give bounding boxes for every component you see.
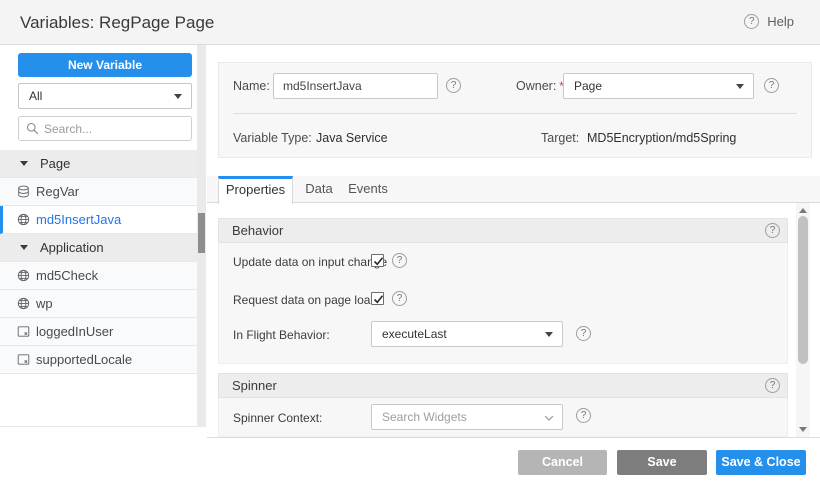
name-help-icon[interactable] <box>446 78 461 93</box>
checkmark-icon <box>372 255 385 268</box>
behavior-section-header: Behavior <box>218 218 788 243</box>
service-variable-icon <box>17 297 30 310</box>
dropdown-arrow-icon <box>545 332 553 337</box>
collapse-triangle-icon <box>20 161 28 166</box>
static-variable-icon <box>17 325 30 338</box>
database-variable-icon <box>17 185 30 198</box>
in-flight-help-icon[interactable] <box>576 326 591 341</box>
tree-group-application[interactable]: Application <box>0 234 197 262</box>
variables-dialog: Variables: RegPage Page Help New Variabl… <box>0 0 820 487</box>
update-data-checkbox[interactable] <box>371 254 384 267</box>
in-flight-behavior-select[interactable]: executeLast <box>371 321 563 347</box>
page-title: Variables: RegPage Page <box>20 0 214 45</box>
owner-help-icon[interactable] <box>764 78 779 93</box>
behavior-section-body: Update data on input change Request data… <box>218 243 788 364</box>
variable-filter-value: All <box>29 89 42 103</box>
content-scrollbar-thumb[interactable] <box>798 216 808 364</box>
dropdown-arrow-icon <box>736 84 744 89</box>
tree-item-label: supportedLocale <box>36 352 132 367</box>
service-variable-icon <box>17 269 30 282</box>
save-and-close-button[interactable]: Save & Close <box>716 450 806 475</box>
sidebar-scrollbar-thumb[interactable] <box>198 213 205 253</box>
tree-item-md5check[interactable]: md5Check <box>0 262 197 290</box>
chevron-down-icon <box>544 415 554 421</box>
spinner-section-body: Spinner Context: Search Widgets <box>218 398 788 437</box>
scroll-down-icon[interactable] <box>799 427 807 432</box>
tree-item-loggedinuser[interactable]: loggedInUser <box>0 318 197 346</box>
tree-item-label: RegVar <box>36 184 79 199</box>
variable-info-card: Name:* Owner:* Page Variable Type: Java … <box>218 62 812 158</box>
behavior-help-icon[interactable] <box>765 223 780 238</box>
help-icon <box>744 14 759 29</box>
search-input[interactable] <box>44 122 184 136</box>
tree-item-label: md5Check <box>36 268 98 283</box>
spinner-context-help-icon[interactable] <box>576 408 591 423</box>
tree-item-label: loggedInUser <box>36 324 113 339</box>
target-label: Target: <box>541 125 579 151</box>
variables-sidebar: New Variable All Page R <box>0 45 207 487</box>
save-button[interactable]: Save <box>617 450 707 475</box>
spinner-section-title: Spinner <box>232 374 277 398</box>
spinner-help-icon[interactable] <box>765 378 780 393</box>
owner-select[interactable]: Page <box>563 73 754 99</box>
tree-item-supportedlocale[interactable]: supportedLocale <box>0 346 197 374</box>
name-label: Name:* <box>233 73 278 99</box>
spinner-section-header: Spinner <box>218 373 788 398</box>
variables-tree: Page RegVar md5InsertJava <box>0 150 197 374</box>
cancel-button[interactable]: Cancel <box>518 450 607 475</box>
sidebar-scrollbar[interactable] <box>197 45 206 427</box>
static-variable-icon <box>17 353 30 366</box>
tree-item-label: wp <box>36 296 53 311</box>
update-data-help-icon[interactable] <box>392 253 407 268</box>
tree-item-wp[interactable]: wp <box>0 290 197 318</box>
update-data-label: Update data on input change <box>233 253 387 271</box>
tab-events[interactable]: Events <box>341 176 395 203</box>
content-divider <box>207 437 820 438</box>
collapse-triangle-icon <box>20 245 28 250</box>
tree-item-md5insertjava[interactable]: md5InsertJava <box>0 206 197 234</box>
new-variable-button[interactable]: New Variable <box>18 53 192 77</box>
sidebar-divider <box>0 426 197 427</box>
variable-filter-select[interactable]: All <box>18 83 192 109</box>
in-flight-behavior-value: executeLast <box>382 327 447 341</box>
search-icon <box>26 122 39 135</box>
tree-item-regvar[interactable]: RegVar <box>0 178 197 206</box>
request-data-checkbox[interactable] <box>371 292 384 305</box>
variable-type-value: Java Service <box>316 125 388 151</box>
help-label: Help <box>767 14 794 29</box>
checkmark-icon <box>372 293 385 306</box>
target-value: MD5Encryption/md5Spring <box>587 125 736 151</box>
spinner-context-label: Spinner Context: <box>233 409 322 427</box>
content-scrollbar[interactable] <box>796 203 810 437</box>
tree-item-label: md5InsertJava <box>36 212 121 227</box>
in-flight-behavior-label: In Flight Behavior: <box>233 326 330 344</box>
behavior-section-title: Behavior <box>232 219 283 243</box>
help-button[interactable]: Help <box>744 14 794 29</box>
owner-label: Owner:* <box>516 73 564 99</box>
spinner-context-combobox[interactable]: Search Widgets <box>371 404 563 430</box>
tab-bar: Properties Data Events <box>207 176 820 203</box>
request-data-help-icon[interactable] <box>392 291 407 306</box>
request-data-label: Request data on page load <box>233 291 377 309</box>
variable-type-label: Variable Type: <box>233 125 312 151</box>
service-variable-icon <box>17 213 30 226</box>
card-divider <box>233 113 797 114</box>
tree-group-page[interactable]: Page <box>0 150 197 178</box>
variable-search-box <box>18 116 192 141</box>
spinner-context-placeholder: Search Widgets <box>382 410 467 424</box>
name-input[interactable] <box>273 73 438 99</box>
dropdown-arrow-icon <box>174 94 182 99</box>
tab-data[interactable]: Data <box>297 176 341 203</box>
tab-properties[interactable]: Properties <box>218 176 293 204</box>
scroll-up-icon[interactable] <box>799 208 807 213</box>
tree-group-label: Page <box>40 156 70 171</box>
dialog-header: Variables: RegPage Page Help <box>0 0 820 45</box>
owner-value: Page <box>574 79 602 93</box>
tree-group-label: Application <box>40 240 104 255</box>
